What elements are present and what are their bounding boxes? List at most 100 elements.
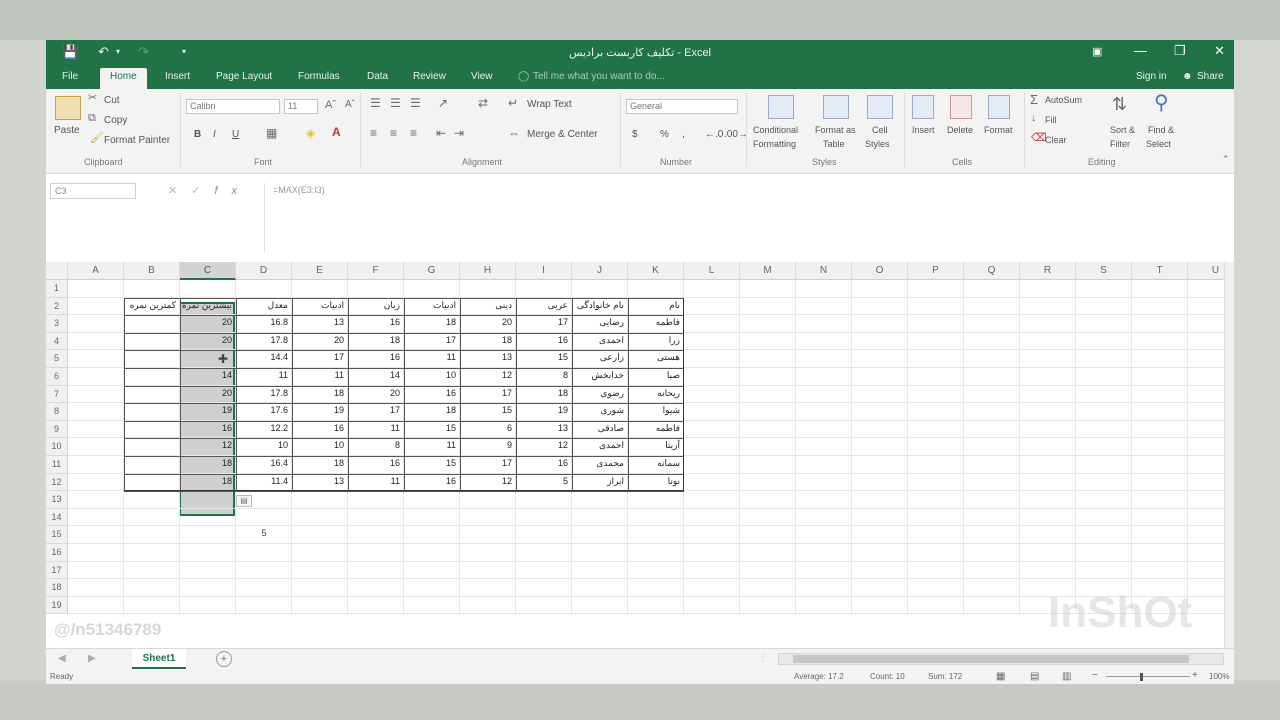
page-layout-view-icon[interactable]: ▤ [1030,671,1039,682]
cell-t3[interactable] [1132,315,1188,333]
tab-insert[interactable]: Insert [165,71,190,82]
conditional-label[interactable]: Conditional [753,125,798,135]
cell-a8[interactable] [68,403,124,421]
cell-r10[interactable] [1020,438,1076,456]
cell-m6[interactable] [740,368,796,386]
cell-k13[interactable] [628,491,684,509]
cell-g13[interactable] [404,491,460,509]
fill-color-icon[interactable]: ◈ [306,127,315,139]
cell-u14[interactable] [1188,509,1224,527]
add-sheet-icon[interactable]: + [216,651,232,667]
cell-m3[interactable] [740,315,796,333]
cell-f17[interactable] [348,561,404,580]
cell-d16[interactable] [236,544,292,562]
align-center-icon[interactable]: ≡ [390,127,397,139]
cell-l16[interactable] [684,544,740,562]
table-cell-k4[interactable]: زرا [628,333,684,351]
borders-icon[interactable]: ▦ [266,127,277,139]
column-header-q[interactable]: Q [964,262,1020,280]
cell-g14[interactable] [404,508,460,527]
cell-l9[interactable] [684,420,740,439]
cell-q15[interactable] [964,526,1020,544]
cell-c19[interactable] [180,596,236,615]
cell-u11[interactable] [1188,456,1224,474]
cell-o14[interactable] [852,508,908,527]
cell-t10[interactable] [1132,438,1188,456]
cell-q8[interactable] [964,403,1020,421]
column-header-n[interactable]: N [796,262,852,280]
cell-q13[interactable] [964,491,1020,509]
wrap-text-button[interactable]: Wrap Text [527,99,572,110]
table-cell-c6[interactable]: 14 [180,368,236,386]
table-cell-j5[interactable]: زارعی [572,350,628,368]
table-cell-e10[interactable]: 10 [292,438,348,456]
cell-i15[interactable] [516,526,572,544]
cell-e14[interactable] [292,508,348,527]
column-header-p[interactable]: P [908,262,964,280]
insert-cells-icon[interactable] [912,95,934,119]
cell-a9[interactable] [68,420,124,439]
cell-o18[interactable] [852,579,908,597]
cell-o4[interactable] [852,332,908,351]
cell-s10[interactable] [1076,438,1132,456]
cell-b14[interactable] [124,508,180,527]
cell-h16[interactable] [460,544,516,562]
table-cell-g12[interactable]: 16 [404,474,460,492]
ribbon-display-icon[interactable]: ▣ [1092,45,1102,58]
comma-button[interactable]: , [682,129,685,140]
fill-icon[interactable]: ↓ [1031,113,1037,124]
table-cell-e3[interactable]: 13 [292,315,348,333]
cell-u16[interactable] [1188,544,1224,562]
cell-t17[interactable] [1132,561,1188,580]
cell-u2[interactable] [1188,298,1224,316]
align-left-icon[interactable]: ≡ [370,127,377,139]
table-cell-i4[interactable]: 16 [516,333,572,351]
cell-s17[interactable] [1076,561,1132,580]
cell-o1[interactable] [852,280,908,298]
table-cell-j3[interactable]: رضایی [572,315,628,333]
cell-s13[interactable] [1076,491,1132,509]
sign-in-link[interactable]: Sign in [1136,71,1167,82]
styles-label[interactable]: Styles [865,139,890,149]
cell-q2[interactable] [964,297,1020,316]
column-header-e[interactable]: E [292,262,348,280]
font-name-box[interactable]: Calibri [186,99,280,114]
cell-e18[interactable] [292,579,348,597]
merge-center-button[interactable]: Merge & Center [527,129,598,140]
table-cell-j10[interactable]: احمدی [572,438,628,456]
merge-center-icon[interactable]: ⇔ [508,127,520,139]
table-cell-e6[interactable]: 11 [292,368,348,386]
cell-r8[interactable] [1020,403,1076,421]
cell-a18[interactable] [68,579,124,597]
cell-r17[interactable] [1020,561,1076,580]
table-cell-h9[interactable]: 6 [460,421,516,439]
row-header-10[interactable]: 10 [46,438,68,456]
cell-p7[interactable] [908,385,964,404]
orientation-icon[interactable]: ↗ [438,97,448,109]
minimize-icon[interactable]: — [1134,43,1147,58]
cell-q16[interactable] [964,544,1020,562]
cell-u18[interactable] [1188,579,1224,597]
cell-g15[interactable] [404,526,460,544]
row-header-11[interactable]: 11 [46,456,68,474]
table-cell-d5[interactable]: 14.4 [236,350,292,368]
zoom-in-icon[interactable]: + [1192,670,1198,681]
column-header-j[interactable]: J [572,262,628,280]
cell-j15[interactable] [572,526,628,544]
cell-q10[interactable] [964,438,1020,456]
tab-file[interactable]: File [62,71,78,82]
cell-p14[interactable] [908,508,964,527]
cell-p8[interactable] [908,403,964,421]
table-cell-c11[interactable]: 18 [180,456,236,474]
cell-o7[interactable] [852,385,908,404]
insert-cells-button[interactable]: Insert [912,125,935,135]
table-cell-h4[interactable]: 18 [460,333,516,351]
format-as-table-icon[interactable] [823,95,849,119]
column-header-g[interactable]: G [404,262,460,280]
row-header-14[interactable]: 14 [46,508,68,527]
font-color-icon[interactable]: A [332,126,341,138]
cell-p18[interactable] [908,579,964,597]
cell-l19[interactable] [684,596,740,615]
cell-l6[interactable] [684,368,740,386]
cell-i1[interactable] [516,280,572,298]
